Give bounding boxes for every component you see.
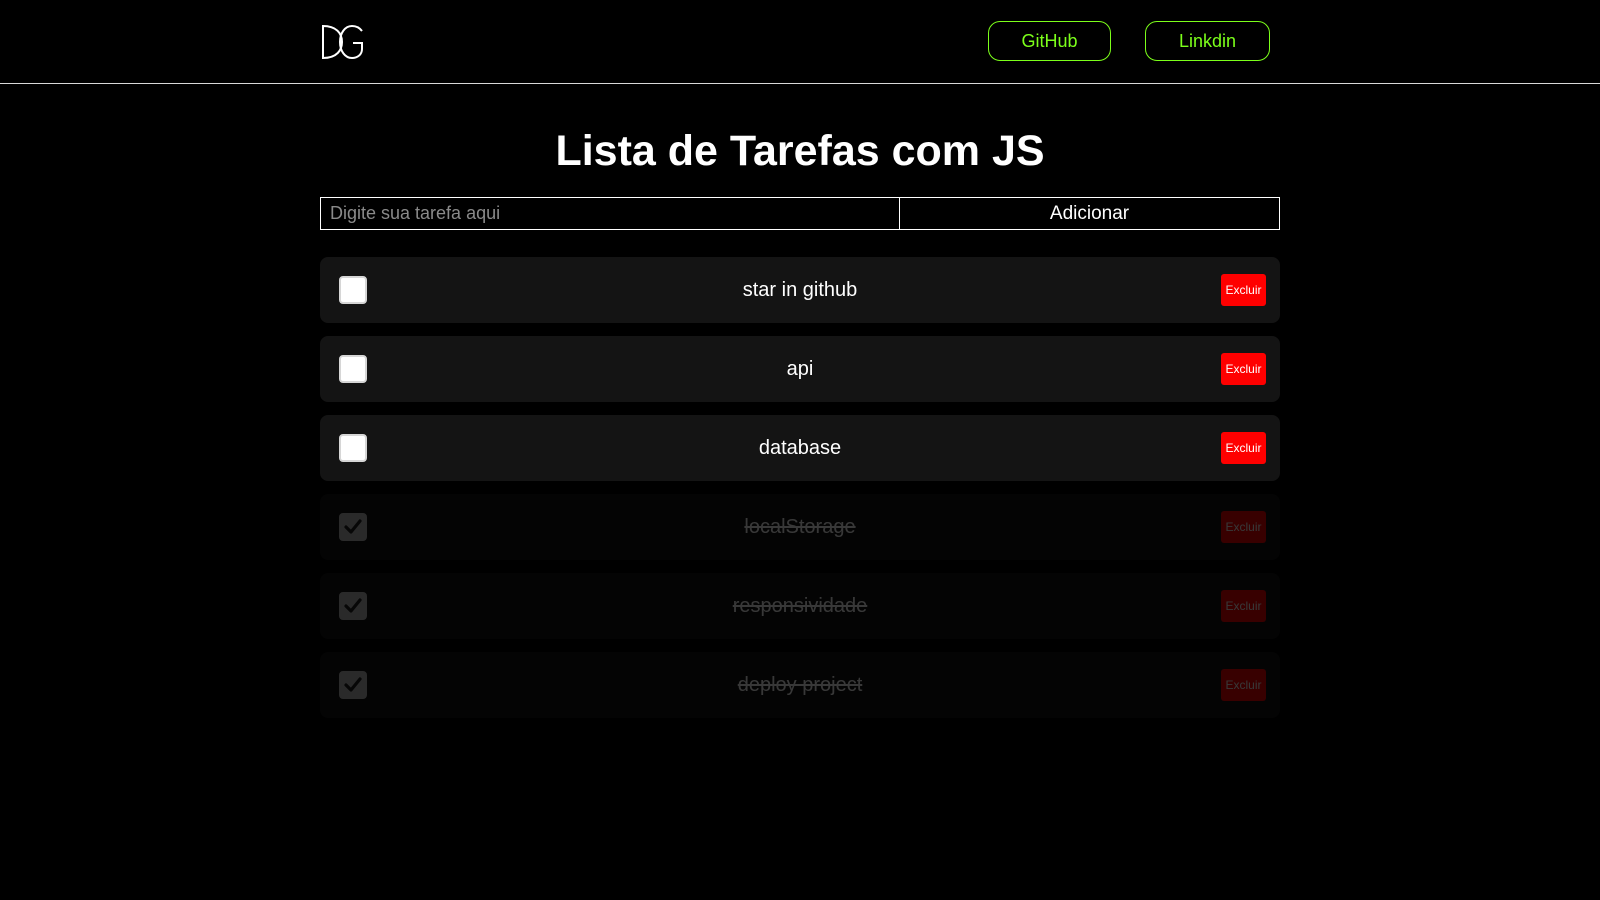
task-list: star in github Excluir api Excluir datab… [320,257,1280,731]
delete-task-button[interactable]: Excluir [1221,274,1266,306]
task-item: deploy project Excluir [320,652,1280,718]
delete-task-button[interactable]: Excluir [1221,511,1266,543]
task-item: localStorage Excluir [320,494,1280,560]
task-item: database Excluir [320,415,1280,481]
task-label: star in github [742,279,858,301]
delete-task-button[interactable]: Excluir [1221,669,1266,701]
task-checkbox[interactable] [339,592,367,620]
delete-task-button[interactable]: Excluir [1221,432,1266,464]
add-task-button[interactable]: Adicionar [900,198,1279,229]
task-checkbox[interactable] [339,671,367,699]
dg-logo-icon[interactable] [321,22,365,62]
delete-task-button[interactable]: Excluir [1221,353,1266,385]
task-label: api [786,358,814,380]
page-title: Lista de Tarefas com JS [555,127,1045,175]
task-item: api Excluir [320,336,1280,402]
github-link-button[interactable]: GitHub [988,21,1111,61]
task-checkbox[interactable] [339,434,367,462]
task-label: deploy project [737,674,863,696]
task-item: responsividade Excluir [320,573,1280,639]
task-checkbox[interactable] [339,513,367,541]
task-label: localStorage [744,516,856,538]
task-checkbox[interactable] [339,276,367,304]
task-label: responsividade [732,595,868,617]
task-item: star in github Excluir [320,257,1280,323]
checkmark-icon [344,519,362,534]
add-task-form: Adicionar [320,197,1280,230]
delete-task-button[interactable]: Excluir [1221,590,1266,622]
checkmark-icon [344,598,362,613]
task-label: database [758,437,842,459]
task-checkbox[interactable] [339,355,367,383]
top-navbar: GitHub Linkdin [0,0,1600,84]
task-input[interactable] [321,198,900,229]
linkedin-link-button[interactable]: Linkdin [1145,21,1270,61]
checkmark-icon [344,677,362,692]
